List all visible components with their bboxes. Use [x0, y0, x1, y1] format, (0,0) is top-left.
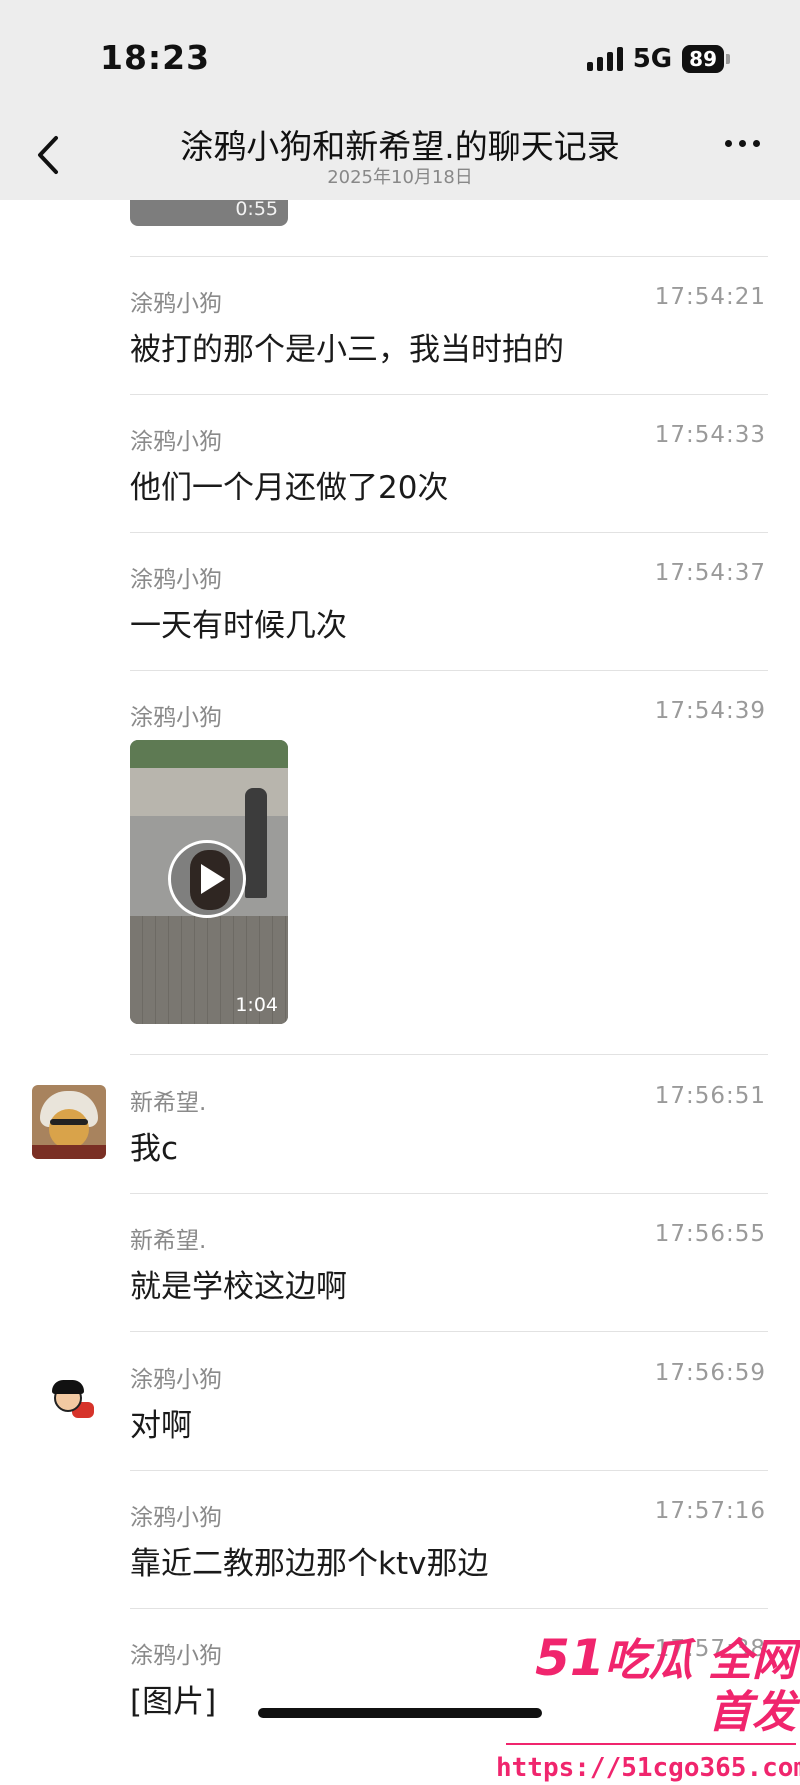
divider: [130, 256, 768, 257]
divider: [130, 670, 768, 671]
message-sender: 涂鸦小狗: [130, 705, 222, 731]
person-figure: [245, 788, 267, 898]
message-text[interactable]: 就是学校这边啊: [130, 1261, 347, 1306]
message-sender: 新希望.: [130, 1090, 207, 1116]
message-time: 17:56:51: [654, 1083, 766, 1109]
message-time: 17:54:33: [654, 422, 766, 448]
message-sender: 涂鸦小狗: [130, 1367, 222, 1393]
video-duration: 1:04: [235, 994, 278, 1016]
divider: [130, 1608, 768, 1609]
divider: [130, 1331, 768, 1332]
video-duration: 0:55: [235, 198, 278, 220]
message-sender: 涂鸦小狗: [130, 429, 222, 455]
message-text[interactable]: 对啊: [130, 1400, 192, 1445]
divider: [130, 532, 768, 533]
more-icon[interactable]: [725, 140, 760, 147]
watermark-underline: [506, 1743, 796, 1745]
divider: [130, 1193, 768, 1194]
message-time: 17:56:55: [654, 1221, 766, 1247]
message-text[interactable]: [图片]: [130, 1676, 216, 1721]
message-text[interactable]: 一天有时候几次: [130, 600, 347, 645]
message-time: 17:56:59: [654, 1360, 766, 1386]
video-thumbnail[interactable]: 1:04: [130, 740, 288, 1024]
network-label: 5G: [632, 44, 673, 74]
header-bar: 18:23 5G 89 涂鸦小狗和新希望.的聊天记录 2025年10月18日: [0, 0, 800, 200]
message-sender: 涂鸦小狗: [130, 1643, 222, 1669]
avatar[interactable]: [32, 1085, 106, 1159]
watermark: 51吃瓜 全网首发 https://51cgo365.com: [496, 1632, 800, 1783]
chat-date: 2025年10月18日: [327, 167, 473, 188]
message-sender: 涂鸦小狗: [130, 1505, 222, 1531]
message-text[interactable]: 被打的那个是小三，我当时拍的: [130, 324, 564, 369]
message-text[interactable]: 他们一个月还做了20次: [130, 462, 448, 507]
message-time: 17:57:16: [654, 1498, 766, 1524]
divider: [130, 1054, 768, 1055]
message-text[interactable]: 靠近二教那边那个ktv那边: [130, 1538, 488, 1583]
message-time: 17:54:21: [654, 284, 766, 310]
watermark-number: 51: [535, 1629, 605, 1687]
watermark-text: 吃瓜 全网首发: [604, 1635, 796, 1738]
watermark-url: https://51cgo365.com: [496, 1753, 800, 1783]
status-indicators: 5G 89: [586, 44, 730, 74]
battery-level: 89: [682, 45, 724, 73]
battery-icon: 89: [682, 45, 730, 73]
message-sender: 新希望.: [130, 1228, 207, 1254]
home-indicator[interactable]: [258, 1708, 542, 1718]
message-time: 17:54:39: [654, 698, 766, 724]
message-sender: 涂鸦小狗: [130, 291, 222, 317]
chat-title: 涂鸦小狗和新希望.的聊天记录: [180, 127, 620, 166]
watermark-brand: 51吃瓜 全网首发: [496, 1632, 796, 1739]
signal-icon: [586, 47, 623, 71]
avatar[interactable]: [48, 1380, 96, 1422]
message-sender: 涂鸦小狗: [130, 567, 222, 593]
message-time: 17:54:37: [654, 560, 766, 586]
play-icon[interactable]: [168, 840, 246, 918]
divider: [130, 1470, 768, 1471]
status-time: 18:23: [100, 38, 211, 77]
message-text[interactable]: 我c: [130, 1123, 178, 1168]
divider: [130, 394, 768, 395]
